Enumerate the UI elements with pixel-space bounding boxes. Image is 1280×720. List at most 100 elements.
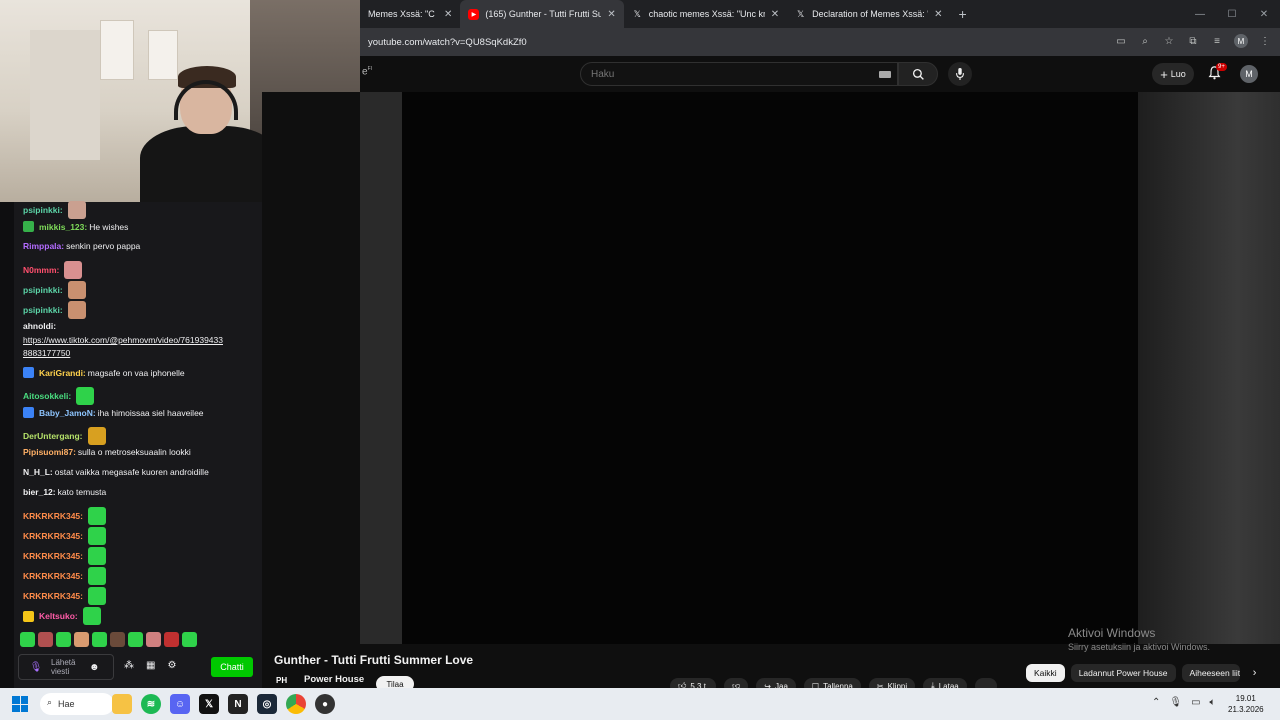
obs-icon[interactable]: ● — [315, 694, 335, 714]
chat-badge-icon[interactable] — [23, 221, 34, 232]
youtube-profile-avatar[interactable]: M — [1240, 65, 1258, 83]
media-control-icon[interactable]: ≡ — [1210, 34, 1224, 48]
search-input[interactable] — [591, 68, 871, 80]
create-button[interactable]: + Luo — [1152, 63, 1194, 85]
taskbar-search[interactable]: ⌕ Hae — [40, 693, 114, 715]
emote[interactable] — [38, 632, 53, 647]
chat-username[interactable]: KRKRKRK345: — [23, 551, 83, 561]
chat-username[interactable]: N_H_L: — [23, 467, 53, 477]
chat-link-line2[interactable]: 8883177750 — [23, 348, 70, 358]
chat-username[interactable]: psipinkki: — [23, 285, 63, 295]
chat-emote[interactable] — [87, 527, 106, 545]
emote[interactable] — [92, 632, 107, 647]
emote[interactable] — [164, 632, 179, 647]
chat-username[interactable]: Pipisuomi87: — [23, 447, 76, 457]
steam-icon[interactable]: ◎ — [257, 694, 277, 714]
chat-username[interactable]: psipinkki: — [23, 205, 63, 215]
settings-gear-icon[interactable]: ⚙ — [167, 660, 176, 671]
emoji-icon[interactable]: ☻ — [89, 662, 100, 673]
tab-close-icon[interactable]: ✕ — [444, 9, 452, 20]
bookmark-star-icon[interactable]: ☆ — [1162, 34, 1176, 48]
discord-icon[interactable]: ☺ — [170, 694, 190, 714]
minimize-icon[interactable]: — — [1184, 0, 1216, 28]
chat-emote[interactable] — [87, 547, 106, 565]
windows-start-icon[interactable] — [12, 696, 28, 712]
new-tab-icon[interactable]: + — [951, 6, 975, 22]
tray-display-icon[interactable]: ▭ — [1191, 697, 1200, 708]
chip-all[interactable]: Kaikki — [1026, 664, 1065, 682]
browser-tab[interactable]: 𝕏 chaotic memes Xssä: "Unc kno ✕ — [624, 0, 787, 28]
chat-emote[interactable] — [82, 607, 101, 625]
file-explorer-icon[interactable] — [112, 694, 132, 714]
search-button[interactable] — [898, 62, 938, 86]
chat-username[interactable]: Rimppala: — [23, 241, 64, 251]
maximize-icon[interactable]: ☐ — [1216, 0, 1248, 28]
chat-emote[interactable] — [76, 387, 95, 405]
chat-username[interactable]: KRKRKRK345: — [23, 511, 83, 521]
youtube-logo[interactable]: eFI — [362, 66, 372, 77]
chrome-icon[interactable] — [286, 694, 306, 714]
chat-send-button[interactable]: Chatti — [211, 657, 253, 677]
x-app-icon[interactable]: 𝕏 — [199, 694, 219, 714]
chat-link-line1[interactable]: https://www.tiktok.com/@pehmovm/video/76… — [23, 335, 223, 345]
close-window-icon[interactable]: ✕ — [1248, 0, 1280, 28]
emote[interactable] — [20, 632, 35, 647]
emote[interactable] — [56, 632, 71, 647]
chat-username[interactable]: DerUntergang: — [23, 431, 83, 441]
keyboard-icon[interactable] — [879, 71, 891, 78]
chevron-right-icon[interactable]: › — [1246, 664, 1264, 682]
chat-username[interactable]: KRKRKRK345: — [23, 591, 83, 601]
chat-badge-icon[interactable] — [23, 367, 34, 378]
chat-emote[interactable] — [87, 427, 106, 445]
microphone-icon[interactable]: 🎙︎ — [29, 660, 43, 674]
chat-emote[interactable] — [67, 281, 86, 299]
emote[interactable] — [128, 632, 143, 647]
taskbar-clock[interactable]: 19.01 21.3.2026 — [1228, 693, 1264, 715]
browser-tab-active[interactable]: ▶ (165) Gunther - Tutti Frutti Sum ✕ — [460, 0, 624, 28]
cast-icon[interactable]: ▭ — [1114, 34, 1128, 48]
notion-icon[interactable]: N — [228, 694, 248, 714]
chat-username[interactable]: Keltsuko: — [39, 611, 78, 621]
chat-emote[interactable] — [64, 261, 83, 279]
bits-icon[interactable]: ⁂ — [124, 660, 134, 671]
spotify-icon[interactable]: ≋ — [141, 694, 161, 714]
browser-tab[interactable]: Memes Xssä: "C ✕ — [360, 0, 460, 28]
chat-username[interactable]: Baby_JamoN: — [39, 408, 96, 418]
chat-emote[interactable] — [67, 201, 86, 219]
emote[interactable] — [74, 632, 89, 647]
chat-username[interactable]: N0mmm: — [23, 265, 59, 275]
chat-input[interactable]: 🎙︎ Lähetä viesti ☻ — [18, 654, 114, 680]
store-icon[interactable]: ▦ — [146, 660, 155, 671]
chat-username[interactable]: Aitosokkeli: — [23, 391, 71, 401]
tab-close-icon[interactable]: ✕ — [934, 9, 942, 20]
chat-badge-icon[interactable] — [23, 610, 34, 622]
chat-username[interactable]: bier_12: — [23, 487, 56, 497]
chip-related[interactable]: Aiheeseen liit — [1181, 664, 1240, 682]
url-field[interactable]: youtube.com/watch?v=QU8SqKdkZf0 — [368, 37, 527, 48]
tab-close-icon[interactable]: ✕ — [771, 9, 779, 20]
chat-username[interactable]: ahnoldi: — [23, 321, 56, 331]
tab-close-icon[interactable]: ✕ — [607, 9, 615, 20]
zoom-icon[interactable]: ⌕ — [1138, 34, 1152, 48]
chat-badge-icon[interactable] — [23, 407, 34, 418]
menu-kebab-icon[interactable]: ⋮ — [1258, 34, 1272, 48]
video-player[interactable] — [402, 92, 1138, 644]
voice-search-button[interactable] — [948, 62, 972, 86]
tray-mic-icon[interactable]: 🎙︎ — [1169, 697, 1182, 708]
tray-volume-icon[interactable]: 🔈︎ — [1210, 697, 1216, 708]
chat-emote[interactable] — [87, 587, 106, 605]
emote[interactable] — [182, 632, 197, 647]
browser-tab[interactable]: 𝕏 Declaration of Memes Xssä: "C ✕ — [787, 0, 950, 28]
chat-emote[interactable] — [87, 507, 106, 525]
channel-name[interactable]: Power House — [304, 674, 364, 685]
chat-username[interactable]: KRKRKRK345: — [23, 531, 83, 541]
extensions-icon[interactable]: ⧉ — [1186, 34, 1200, 48]
emote[interactable] — [146, 632, 161, 647]
tray-chevron-icon[interactable]: ⌃ — [1152, 697, 1160, 708]
chip-uploaded-by[interactable]: Ladannut Power House — [1070, 664, 1176, 682]
emote[interactable] — [110, 632, 125, 647]
chat-username[interactable]: mikkis_123: — [39, 222, 87, 232]
chat-username[interactable]: KariGrandi: — [39, 368, 86, 378]
chat-emote[interactable] — [67, 301, 86, 319]
chat-username[interactable]: psipinkki: — [23, 305, 63, 315]
